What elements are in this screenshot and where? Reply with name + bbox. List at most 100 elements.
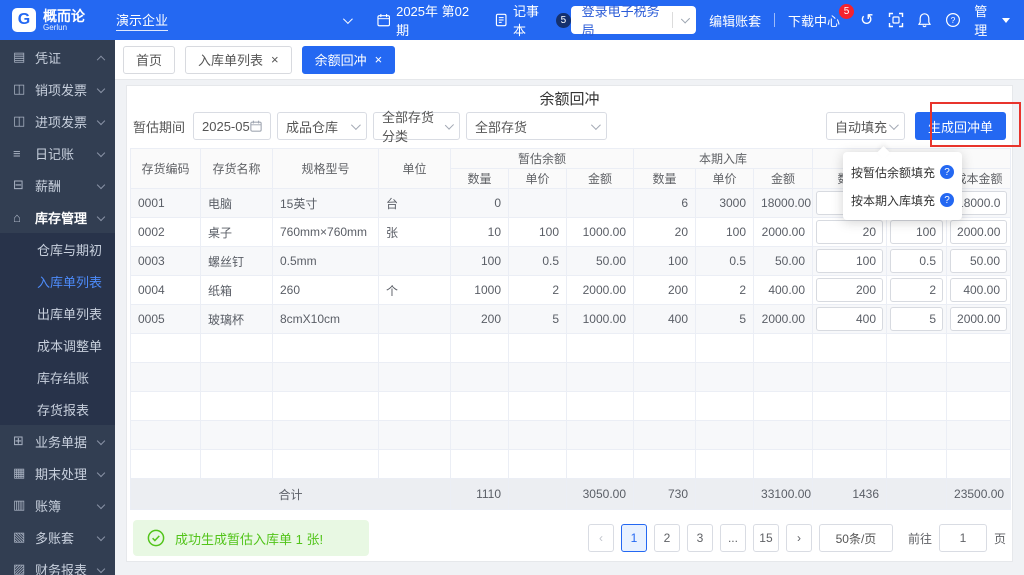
sidebar-subitem[interactable]: 仓库与期初 — [0, 233, 115, 265]
empty-cell — [946, 420, 1012, 450]
empty-cell — [946, 391, 1012, 421]
rc-cost-amount-input[interactable] — [950, 307, 1008, 331]
sidebar-subitem[interactable]: 存货报表 — [0, 393, 115, 425]
chevron-icon — [96, 564, 106, 574]
rc-cost-amount-input[interactable] — [950, 220, 1008, 244]
chevron-down-icon — [444, 120, 455, 130]
company-selector[interactable]: 演示企业 — [116, 10, 353, 31]
tab-close-icon[interactable]: × — [271, 53, 279, 66]
sidebar-subitem[interactable]: 成本调整单 — [0, 329, 115, 361]
goto-page-input[interactable] — [938, 524, 987, 552]
generate-writeoff-button[interactable]: 生成回冲单 — [914, 112, 1006, 140]
cell-est-amount: 2000.00 — [565, 275, 635, 305]
page-number-button[interactable]: 15 — [752, 524, 779, 552]
page-number-button[interactable]: 2 — [653, 524, 680, 552]
rc-qty-input[interactable] — [816, 220, 884, 244]
period-selector[interactable]: 2025年 第02期 — [377, 1, 479, 39]
sidebar-subitem[interactable]: 入库单列表 — [0, 265, 115, 297]
sidebar-item-label: 库存管理 — [35, 210, 88, 226]
sidebar-subitem-label: 成本调整单 — [37, 338, 103, 354]
page-number-button[interactable]: ... — [719, 524, 746, 552]
sidebar-item-label: 薪酬 — [35, 178, 62, 194]
sidebar-item[interactable]: ◫ 销项发票 — [0, 73, 115, 105]
cell-code: 0003 — [130, 246, 201, 276]
help-circle-icon[interactable]: ? — [940, 165, 955, 179]
sidebar-item[interactable]: ⌂ 库存管理 — [0, 201, 115, 233]
edit-books-button[interactable]: 编辑账套 — [709, 11, 761, 30]
empty-cell — [508, 449, 567, 479]
tab-close-icon[interactable]: × — [375, 53, 383, 66]
sidebar-item-label: 进项发票 — [35, 114, 88, 130]
page-number-button[interactable]: 3 — [686, 524, 713, 552]
sidebar-subitem-label: 库存结账 — [37, 370, 90, 386]
tax-bureau-button[interactable]: 登录电子税务局 — [570, 4, 697, 38]
cell-name: 玻璃杯 — [200, 304, 273, 334]
sidebar-subitem[interactable]: 库存结账 — [0, 361, 115, 393]
notebook-button[interactable]: 记事本 5 — [495, 1, 571, 39]
autofill-select-value: 自动填充 — [834, 119, 887, 135]
autofill-menu-item[interactable]: 按暂估余额填充 ? — [843, 158, 962, 186]
empty-cell — [200, 333, 273, 363]
sidebar-item[interactable]: ▧ 多账套 — [0, 521, 115, 553]
company-name[interactable]: 演示企业 — [116, 10, 169, 31]
chevron-down-icon — [350, 119, 361, 130]
fullscreen-icon[interactable] — [888, 12, 904, 29]
rc-price-input[interactable] — [890, 249, 944, 273]
chevron-down-icon[interactable] — [342, 13, 353, 24]
sidebar-subitem[interactable]: 出库单列表 — [0, 297, 115, 329]
bell-icon[interactable] — [917, 12, 933, 29]
download-center-button[interactable]: 下载中心 5 — [788, 3, 855, 30]
cell-in-price: 100 — [695, 217, 755, 247]
sidebar-item[interactable]: ▤ 凭证 — [0, 41, 115, 73]
next-page-button[interactable]: › — [785, 524, 812, 552]
sidebar-item[interactable]: ⊞ 业务单据 — [0, 425, 115, 457]
period-date-input[interactable]: 2025-05 — [193, 112, 272, 140]
rc-qty-input[interactable] — [816, 249, 884, 273]
calendar-icon — [377, 14, 390, 27]
warehouse-select[interactable]: 成品仓库 — [277, 112, 368, 140]
rc-price-input[interactable] — [890, 307, 944, 331]
col-header-est-amount: 金额 — [565, 168, 635, 189]
rc-price-input[interactable] — [890, 220, 944, 244]
chevron-icon — [96, 116, 106, 126]
header-divider — [774, 13, 776, 27]
chevron-down-icon[interactable] — [680, 13, 691, 24]
rc-qty-input[interactable] — [816, 278, 884, 302]
sidebar-item[interactable]: ≡ 日记账 — [0, 137, 115, 169]
total-est-amount: 3050.00 — [565, 478, 635, 510]
sidebar-item[interactable]: ▨ 财务报表 — [0, 553, 115, 575]
rc-cost-amount-input[interactable] — [950, 249, 1008, 273]
undo-icon[interactable]: ↺ — [859, 12, 875, 29]
empty-cell — [130, 420, 201, 450]
page-tab[interactable]: 余额回冲 × — [301, 45, 396, 74]
help-circle-icon[interactable]: ? — [940, 193, 955, 207]
page-size-select[interactable]: 50条/页 — [818, 524, 893, 552]
rc-qty-input[interactable] — [816, 307, 884, 331]
empty-cell — [946, 362, 1012, 392]
inventory-select[interactable]: 全部存货 — [466, 112, 608, 140]
col-header-est-qty: 数量 — [450, 168, 509, 189]
manage-menu[interactable]: 管理 — [974, 1, 1011, 39]
autofill-menu-item[interactable]: 按本期入库填充 ? — [843, 186, 962, 214]
help-icon[interactable]: ? — [945, 12, 961, 29]
col-header-in-price: 单价 — [695, 168, 755, 189]
rc-cost-amount-input[interactable] — [950, 278, 1008, 302]
empty-cell — [633, 391, 697, 421]
button-divider — [671, 12, 673, 28]
empty-cell — [508, 420, 567, 450]
empty-cell — [450, 362, 509, 392]
sidebar-item[interactable]: ⊟ 薪酬 — [0, 169, 115, 201]
sidebar-item[interactable]: ▦ 期末处理 — [0, 457, 115, 489]
page-number-button[interactable]: 1 — [620, 524, 647, 552]
empty-cell — [565, 362, 635, 392]
page-tab[interactable]: 首页 × — [123, 45, 176, 74]
sidebar-item[interactable]: ▥ 账簿 — [0, 489, 115, 521]
prev-page-button[interactable]: ‹ — [587, 524, 614, 552]
category-select[interactable]: 全部存货分类 — [373, 110, 461, 144]
page-tab[interactable]: 入库单列表 × — [185, 45, 292, 74]
sidebar-item-label: 多账套 — [35, 530, 75, 546]
autofill-select[interactable]: 自动填充 — [825, 112, 905, 140]
rc-price-input[interactable] — [890, 278, 944, 302]
empty-cell — [886, 333, 948, 363]
sidebar-item[interactable]: ◫ 进项发票 — [0, 105, 115, 137]
